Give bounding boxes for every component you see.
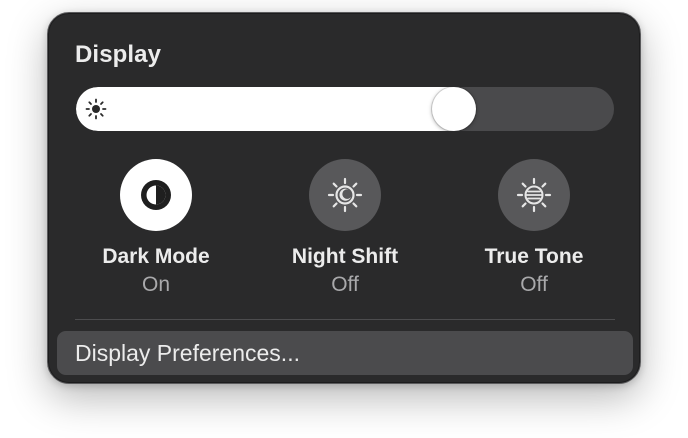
- panel-title: Display: [75, 41, 162, 68]
- divider: [75, 319, 615, 320]
- night-shift-icon: [327, 177, 363, 213]
- true-tone-button[interactable]: [498, 159, 570, 231]
- dark-mode-label: Dark Mode: [102, 245, 210, 268]
- dark-mode-button[interactable]: [120, 159, 192, 231]
- night-shift-toggle[interactable]: Night Shift Off: [265, 159, 425, 298]
- dark-mode-icon: [141, 180, 171, 210]
- display-preferences-menu-item[interactable]: Display Preferences...: [57, 331, 633, 375]
- true-tone-state: Off: [520, 273, 548, 296]
- brightness-slider-fill: [76, 87, 454, 131]
- night-shift-state: Off: [331, 273, 359, 296]
- true-tone-label: True Tone: [484, 245, 584, 268]
- brightness-slider-knob[interactable]: [432, 87, 476, 131]
- display-control-panel: Display Dark Mode On Night Shift Off Tru…: [47, 12, 641, 384]
- dark-mode-state: On: [141, 273, 170, 296]
- night-shift-label: Night Shift: [291, 245, 399, 268]
- dark-mode-toggle[interactable]: Dark Mode On: [76, 159, 236, 298]
- true-tone-toggle[interactable]: True Tone Off: [454, 159, 614, 298]
- night-shift-button[interactable]: [309, 159, 381, 231]
- brightness-slider[interactable]: [76, 87, 614, 131]
- sun-icon: [85, 98, 107, 120]
- true-tone-icon: [516, 177, 552, 213]
